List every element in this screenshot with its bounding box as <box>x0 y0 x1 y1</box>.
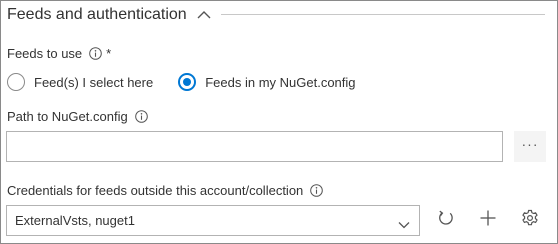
radio-label: Feeds in my NuGet.config <box>205 74 356 90</box>
required-marker: * <box>106 46 112 61</box>
path-label: Path to NuGet.config <box>7 109 128 124</box>
nuget-config-path-input[interactable] <box>6 131 503 162</box>
chevron-down-icon[interactable] <box>398 216 410 229</box>
chevron-up-icon[interactable] <box>197 10 211 20</box>
browse-button[interactable]: ··· <box>514 131 546 162</box>
add-icon <box>479 209 497 232</box>
info-icon[interactable] <box>89 47 102 60</box>
radio-option-nuget-config[interactable]: Feeds in my NuGet.config <box>178 73 356 91</box>
add-button[interactable] <box>473 205 503 236</box>
section-title: Feeds and authentication <box>7 6 187 23</box>
feeds-authentication-panel: Feeds and authentication Feeds to use * … <box>0 0 558 244</box>
refresh-icon <box>437 209 455 232</box>
credentials-select[interactable]: ExternalVsts, nuget1 <box>6 205 420 236</box>
credentials-label-row: Credentials for feeds outside this accou… <box>7 183 324 198</box>
section-header[interactable]: Feeds and authentication <box>7 4 211 26</box>
feeds-to-use-label-row: Feeds to use * <box>7 46 111 61</box>
info-icon[interactable] <box>310 184 324 197</box>
path-label-row: Path to NuGet.config <box>7 109 148 124</box>
refresh-button[interactable] <box>431 205 461 236</box>
radio-label: Feed(s) I select here <box>34 74 154 90</box>
credentials-selected-value: ExternalVsts, nuget1 <box>15 213 135 228</box>
manage-button[interactable] <box>515 205 545 236</box>
credentials-label: Credentials for feeds outside this accou… <box>7 183 304 198</box>
radio-button-checked[interactable] <box>178 73 197 91</box>
info-icon[interactable] <box>134 110 148 123</box>
radio-option-select-here[interactable]: Feed(s) I select here <box>7 73 153 91</box>
feeds-radio-group: Feed(s) I select here Feeds in my NuGet.… <box>7 71 356 93</box>
section-divider <box>221 14 545 15</box>
feeds-to-use-label: Feeds to use <box>7 46 83 61</box>
radio-button-unchecked[interactable] <box>7 73 25 91</box>
gear-icon <box>521 209 539 232</box>
